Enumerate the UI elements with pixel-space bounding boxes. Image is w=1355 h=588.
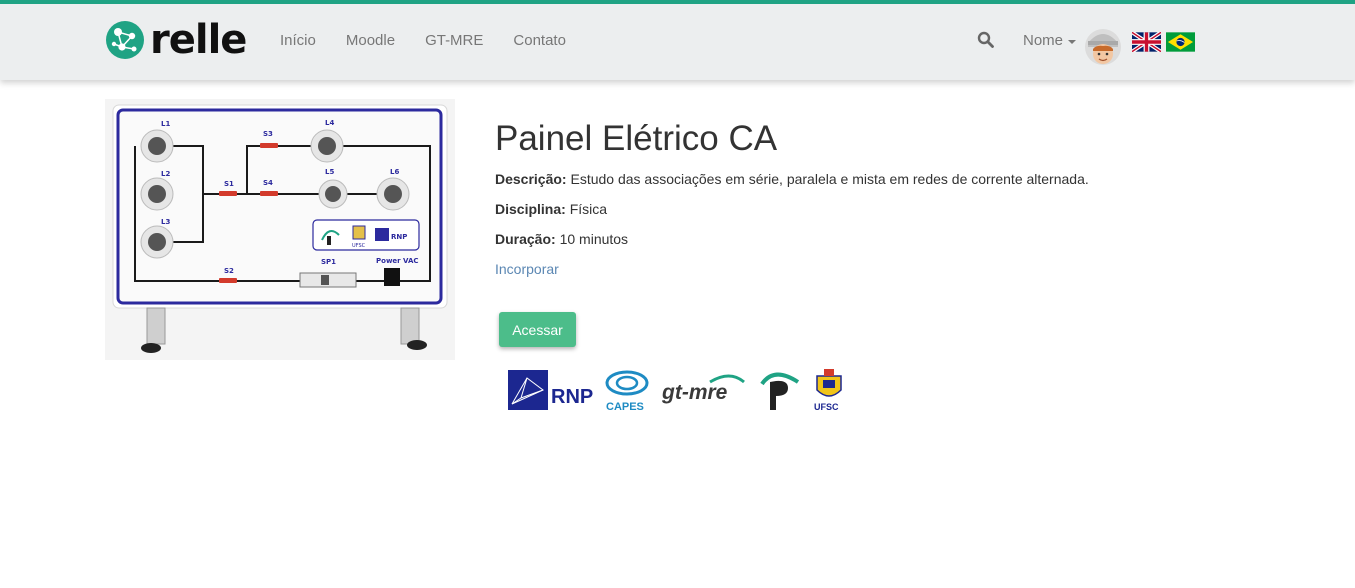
discipline-label: Disciplina: [495, 201, 566, 217]
rnp-logo-icon: RNP [508, 370, 593, 410]
brand-logo[interactable]: relle [104, 17, 247, 63]
capes-logo-text: CAPES [606, 401, 644, 412]
panel-label-s1: S1 [224, 180, 234, 188]
capes-logo-icon: CAPES [605, 370, 649, 412]
user-dropdown[interactable]: Nome [1023, 32, 1077, 49]
user-name: Nome [1023, 32, 1064, 49]
panel-label-l2: L2 [161, 170, 170, 178]
panel-label-rnp: RNP [391, 233, 407, 241]
nav-item-contato[interactable]: Contato [513, 32, 566, 49]
nav-item-moodle[interactable]: Moodle [346, 32, 395, 49]
panel-label-s2: S2 [224, 267, 234, 275]
gt-mre-logo-text: gt-mre [662, 381, 728, 404]
main-nav: Início Moodle GT-MRE Contato [280, 32, 596, 49]
panel-label-sp1: SP1 [321, 258, 336, 266]
flag-brazil-icon[interactable] [1166, 32, 1195, 52]
access-button[interactable]: Acessar [499, 312, 576, 347]
ufsc-logo-icon: UFSC [814, 369, 842, 412]
chevron-down-icon [1068, 39, 1077, 44]
panel-label-power-vac: Power VAC [376, 257, 419, 265]
discipline-row: Disciplina: Física [495, 194, 1255, 224]
page-title: Painel Elétrico CA [495, 119, 778, 158]
panel-label-s3: S3 [263, 130, 273, 138]
description-value: Estudo das associações em série, paralel… [570, 171, 1089, 187]
nav-item-inicio[interactable]: Início [280, 32, 316, 49]
rnp-logo-text: RNP [551, 386, 593, 408]
brand-name: relle [150, 17, 247, 63]
description-row: Descrição: Estudo das associações em sér… [495, 164, 1255, 194]
ufsc-logo-text: UFSC [814, 402, 839, 412]
panel-label-l3: L3 [161, 218, 170, 226]
relle-logo-icon [106, 21, 144, 59]
lab-info: Painel Elétrico CA Descrição: Estudo das… [495, 118, 1255, 284]
electric-panel-photo: L1 L2 L3 L4 L5 L6 S1 S2 S3 S4 SP1 Power … [105, 99, 455, 360]
panel-label-l6: L6 [390, 168, 399, 176]
panel-label-s4: S4 [263, 179, 273, 187]
embed-link[interactable]: Incorporar [495, 254, 559, 284]
panel-label-l5: L5 [325, 168, 334, 176]
discipline-value: Física [569, 201, 608, 217]
duration-label: Duração: [495, 231, 556, 247]
gt-mre-logo-icon: gt-mre [662, 374, 745, 404]
panel-label-ufsc: UFSC [352, 243, 366, 249]
panel-label-l1: L1 [161, 120, 170, 128]
duration-row: Duração: 10 minutos [495, 224, 1255, 254]
avatar[interactable] [1084, 27, 1122, 67]
relle-r-logo-icon [760, 372, 800, 410]
duration-value: 10 minutos [559, 231, 629, 247]
panel-label-l4: L4 [325, 119, 334, 127]
description-label: Descrição: [495, 171, 567, 187]
search-icon[interactable] [977, 31, 995, 49]
flag-uk-icon[interactable] [1132, 32, 1161, 52]
top-navbar: relle Início Moodle GT-MRE Contato Nome [0, 0, 1355, 80]
nav-item-gt-mre[interactable]: GT-MRE [425, 32, 483, 49]
